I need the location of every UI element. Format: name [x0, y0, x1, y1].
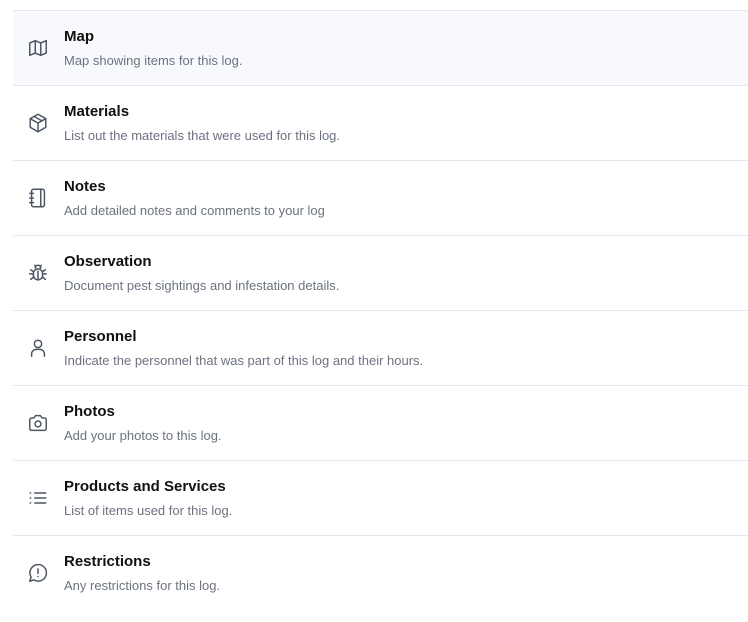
camera-icon — [27, 412, 49, 434]
list-icon — [27, 487, 49, 509]
item-title: Products and Services — [64, 478, 226, 495]
item-title: Materials — [64, 103, 130, 120]
item-title: Personnel — [64, 328, 137, 345]
item-description: Document pest sightings and infestation … — [64, 278, 340, 293]
item-description: List out the materials that were used fo… — [64, 128, 341, 143]
list-item-materials[interactable]: Materials List out the materials that we… — [13, 86, 748, 161]
user-icon — [27, 337, 49, 359]
item-description: List of items used for this log. — [64, 503, 233, 518]
map-icon — [27, 37, 49, 59]
list-item-personnel[interactable]: Personnel Indicate the personnel that wa… — [13, 311, 748, 386]
notebook-icon — [27, 187, 49, 209]
list-item-restrictions[interactable]: Restrictions Any restrictions for this l… — [13, 536, 748, 610]
item-title: Notes — [64, 178, 106, 195]
list-item-map[interactable]: Map Map showing items for this log. — [13, 11, 748, 86]
item-description: Any restrictions for this log. — [64, 578, 221, 593]
item-title: Observation — [64, 253, 152, 270]
item-title: Restrictions — [64, 553, 151, 570]
list-item-notes[interactable]: Notes Add detailed notes and comments to… — [13, 161, 748, 236]
item-description: Add detailed notes and comments to your … — [64, 203, 325, 218]
list-item-products-and-services[interactable]: Products and Services List of items used… — [13, 461, 748, 536]
item-description: Indicate the personnel that was part of … — [64, 353, 424, 368]
list-item-photos[interactable]: Photos Add your photos to this log. — [13, 386, 748, 461]
package-icon — [27, 112, 49, 134]
message-alert-icon — [27, 562, 49, 584]
item-description: Add your photos to this log. — [64, 428, 222, 443]
list-item-observation[interactable]: Observation Document pest sightings and … — [13, 236, 748, 311]
item-description: Map showing items for this log. — [64, 53, 243, 68]
item-title: Photos — [64, 403, 115, 420]
log-section-list: Map Map showing items for this log. Mate… — [13, 10, 748, 610]
bug-icon — [27, 262, 49, 284]
item-title: Map — [64, 28, 94, 45]
